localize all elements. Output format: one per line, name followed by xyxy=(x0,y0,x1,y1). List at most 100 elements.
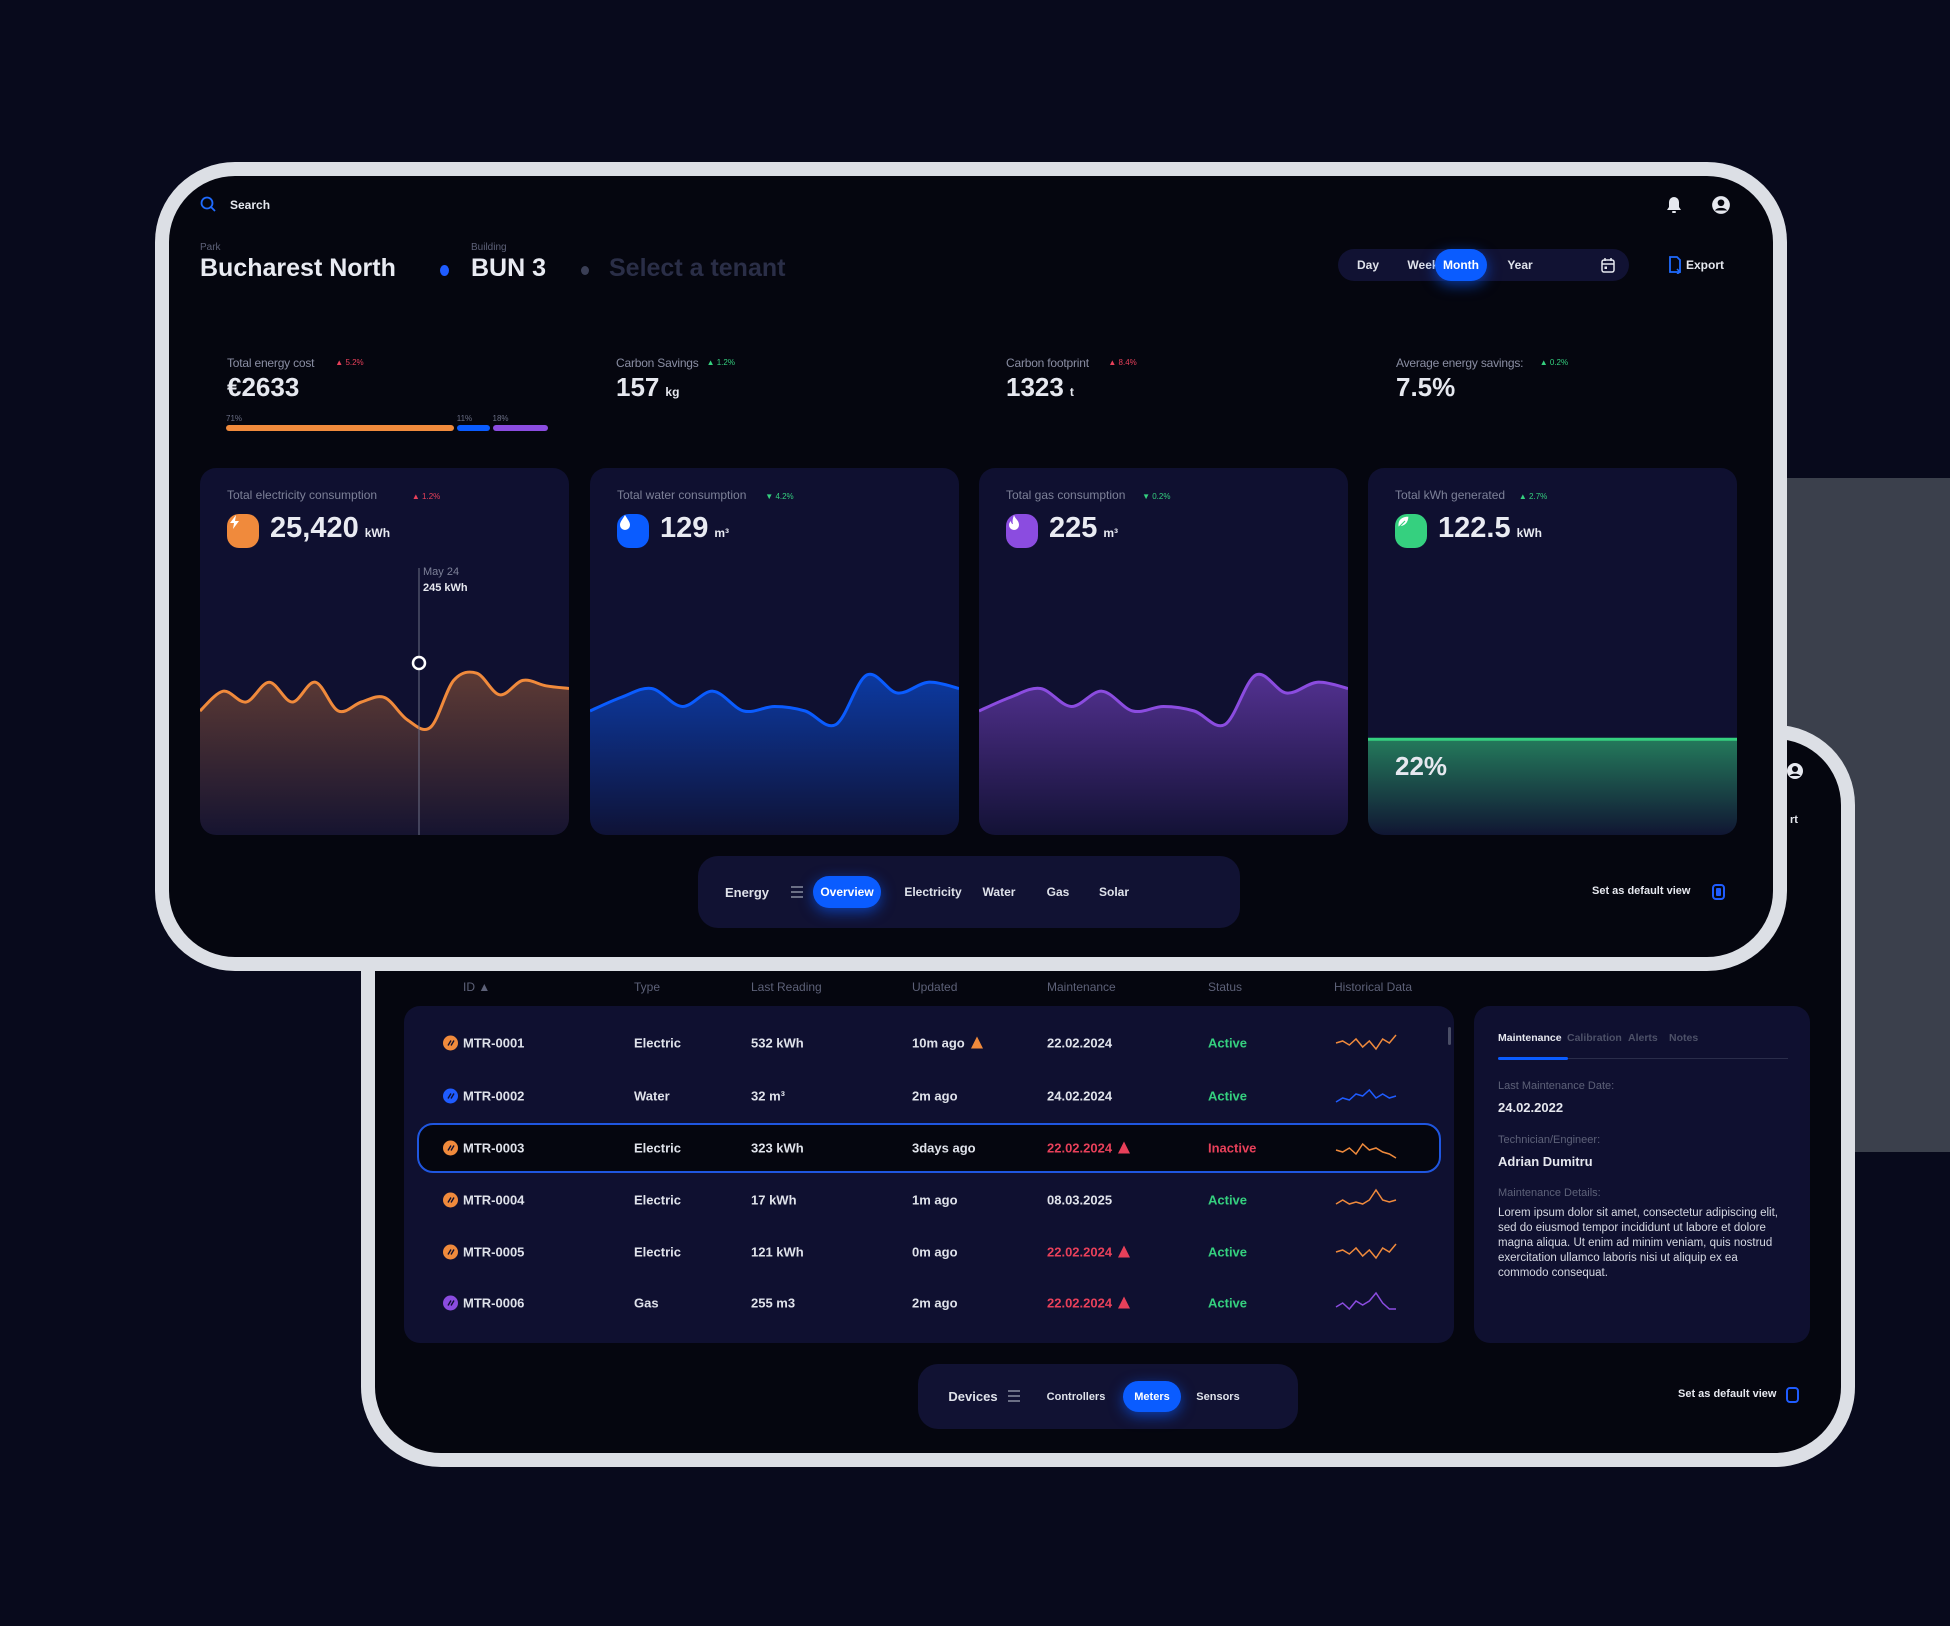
period-year[interactable]: Year xyxy=(1496,249,1544,281)
user-avatar-icon[interactable] xyxy=(1711,195,1731,215)
export-label-peek[interactable]: rt xyxy=(1790,814,1798,826)
sparkline-line xyxy=(1335,1291,1396,1311)
card-unit: kWh xyxy=(1516,526,1542,540)
status-badge: Inactive xyxy=(1208,1140,1257,1156)
kpi-label: Carbon footprint xyxy=(1006,356,1089,370)
calendar-icon[interactable] xyxy=(1601,257,1615,273)
table-row[interactable]: MTR-0002 Water 32 m³ 2m ago 24.02.2024 Active xyxy=(417,1071,1441,1121)
leaf-icon xyxy=(1395,514,1427,548)
kpi-label: Average energy savings: xyxy=(1396,356,1524,370)
menu-icon[interactable] xyxy=(1008,1390,1020,1402)
export-icon[interactable] xyxy=(1668,256,1682,274)
maintenance-date: 22.02.2024 xyxy=(1047,1141,1131,1156)
cost-split-bar xyxy=(456,425,490,431)
breadcrumb-separator xyxy=(581,266,589,275)
detail-tab-notes[interactable]: Notes xyxy=(1669,1032,1698,1044)
meter-id[interactable]: MTR-0005 xyxy=(463,1245,524,1260)
kpi-value-number: 7.5% xyxy=(1396,372,1456,402)
table-row[interactable]: MTR-0006 Gas 255 m3 2m ago 22.02.2024 Active xyxy=(417,1278,1441,1328)
energy-group-label[interactable]: Energy xyxy=(712,876,782,908)
column-header[interactable]: Historical Data xyxy=(1334,980,1412,994)
updated: 2m ago xyxy=(912,1296,958,1311)
card-label: Total water consumption xyxy=(617,488,747,502)
table-row[interactable]: MTR-0003 Electric 323 kWh 3days ago 22.02.20… xyxy=(417,1123,1441,1173)
kpi-delta: ▲ 1.2% xyxy=(706,358,735,367)
kpi-value: 1323 t xyxy=(1006,372,1074,403)
sparkline-line xyxy=(1335,1088,1397,1103)
sparkline xyxy=(1335,1142,1397,1159)
front-device-frame: Search Park Bucharest North Building BUN… xyxy=(155,162,1787,971)
meter-id[interactable]: MTR-0001 xyxy=(463,1036,524,1051)
updated: 1m ago xyxy=(912,1193,958,1208)
tab-meters[interactable]: Meters xyxy=(1123,1381,1181,1412)
lightning-icon xyxy=(227,514,259,548)
card-unit: m³ xyxy=(714,526,730,540)
column-header[interactable]: Status xyxy=(1208,980,1242,994)
menu-icon[interactable] xyxy=(791,886,803,898)
tenant-select[interactable]: Select a tenant xyxy=(609,254,785,283)
meter-id[interactable]: MTR-0002 xyxy=(463,1089,524,1104)
meter-gauge-icon xyxy=(443,1295,458,1311)
table-row[interactable]: MTR-0001 Electric 532 kWh 10m ago 22.02.2024… xyxy=(417,1018,1441,1068)
detail-tab-maintenance[interactable]: Maintenance xyxy=(1498,1032,1562,1044)
meter-id[interactable]: MTR-0006 xyxy=(463,1296,524,1311)
tab-sensors[interactable]: Sensors xyxy=(1183,1381,1253,1412)
card-delta: ▼ 0.2% xyxy=(1142,492,1171,501)
default-view-label: Set as default view xyxy=(1592,885,1691,897)
chart-area xyxy=(590,674,959,835)
kpi-unit: kg xyxy=(665,385,680,399)
kpi-unit: t xyxy=(1069,385,1074,399)
kpi-label: Carbon Savings xyxy=(616,356,699,370)
park-name[interactable]: Bucharest North xyxy=(200,254,396,283)
meter-type: Electric xyxy=(634,1140,681,1156)
meter-id[interactable]: MTR-0003 xyxy=(463,1141,524,1156)
tab-water[interactable]: Water xyxy=(974,876,1024,908)
building-name[interactable]: BUN 3 xyxy=(471,254,546,283)
export-button[interactable]: Export xyxy=(1686,258,1724,272)
generation-percent: 22% xyxy=(1395,751,1448,782)
tab-overview[interactable]: Overview xyxy=(813,876,881,908)
tab-solar[interactable]: Solar xyxy=(1090,876,1138,908)
column-header[interactable]: Maintenance xyxy=(1047,980,1116,994)
table-scrollbar[interactable] xyxy=(1448,1027,1451,1045)
period-day[interactable]: Day xyxy=(1344,249,1392,281)
card-delta: ▲ 2.7% xyxy=(1518,492,1548,501)
user-avatar-icon[interactable] xyxy=(1786,762,1804,780)
default-view-checkbox[interactable] xyxy=(1712,884,1725,900)
tab-controllers[interactable]: Controllers xyxy=(1040,1381,1112,1412)
cost-split-bar xyxy=(492,425,548,431)
back-default-view-checkbox[interactable] xyxy=(1786,1387,1799,1403)
updated-text: 2m ago xyxy=(912,1088,958,1104)
consumption-card[interactable]: 22% Total kWh generated ▲ 2.7% 122.5 kWh xyxy=(1368,468,1737,835)
consumption-card[interactable]: Total water consumption ▼ 4.2% 129 m³ xyxy=(590,468,959,835)
tab-gas[interactable]: Gas xyxy=(1038,876,1078,908)
bell-icon[interactable] xyxy=(1666,196,1682,214)
table-row[interactable]: MTR-0004 Electric 17 kWh 1m ago 08.03.2025 Ac… xyxy=(417,1175,1441,1225)
kpi-label: Total energy cost xyxy=(227,356,315,370)
card-value: 129 m³ xyxy=(660,512,729,545)
table-row[interactable]: MTR-0005 Electric 121 kWh 0m ago 22.02.2024 A… xyxy=(417,1227,1441,1277)
search-icon[interactable] xyxy=(200,196,216,212)
column-header[interactable]: Last Reading xyxy=(751,980,822,994)
tab-electricity[interactable]: Electricity xyxy=(894,876,972,908)
card-unit: kWh xyxy=(364,526,391,540)
devices-group-label[interactable]: Devices xyxy=(938,1380,1008,1412)
detail-tab-calibration[interactable]: Calibration xyxy=(1567,1032,1622,1044)
maintenance-text: 22.02.2024 xyxy=(1047,1035,1113,1051)
meter-id[interactable]: MTR-0004 xyxy=(463,1193,524,1208)
column-header[interactable]: Type xyxy=(634,980,660,994)
last-reading: 323 kWh xyxy=(751,1140,804,1156)
column-header[interactable]: ID ▲ xyxy=(463,980,490,994)
detail-tab-alerts[interactable]: Alerts xyxy=(1628,1032,1658,1044)
column-header[interactable]: Updated xyxy=(912,980,957,994)
period-month[interactable]: Month xyxy=(1435,249,1487,281)
consumption-card[interactable]: Total gas consumption ▼ 0.2% 225 m³ xyxy=(979,468,1348,835)
card-label: Total electricity consumption xyxy=(227,488,378,502)
last-reading: 532 kWh xyxy=(751,1035,804,1051)
kpi-value: 7.5% xyxy=(1396,372,1455,403)
consumption-card[interactable]: May 24 245 kWh Total electricity consumpti… xyxy=(200,468,569,835)
chart-marker[interactable] xyxy=(411,655,427,671)
maintenance-date: 08.03.2025 xyxy=(1047,1193,1112,1208)
search-input[interactable]: Search xyxy=(230,198,270,212)
meter-type: Electric xyxy=(634,1244,681,1260)
